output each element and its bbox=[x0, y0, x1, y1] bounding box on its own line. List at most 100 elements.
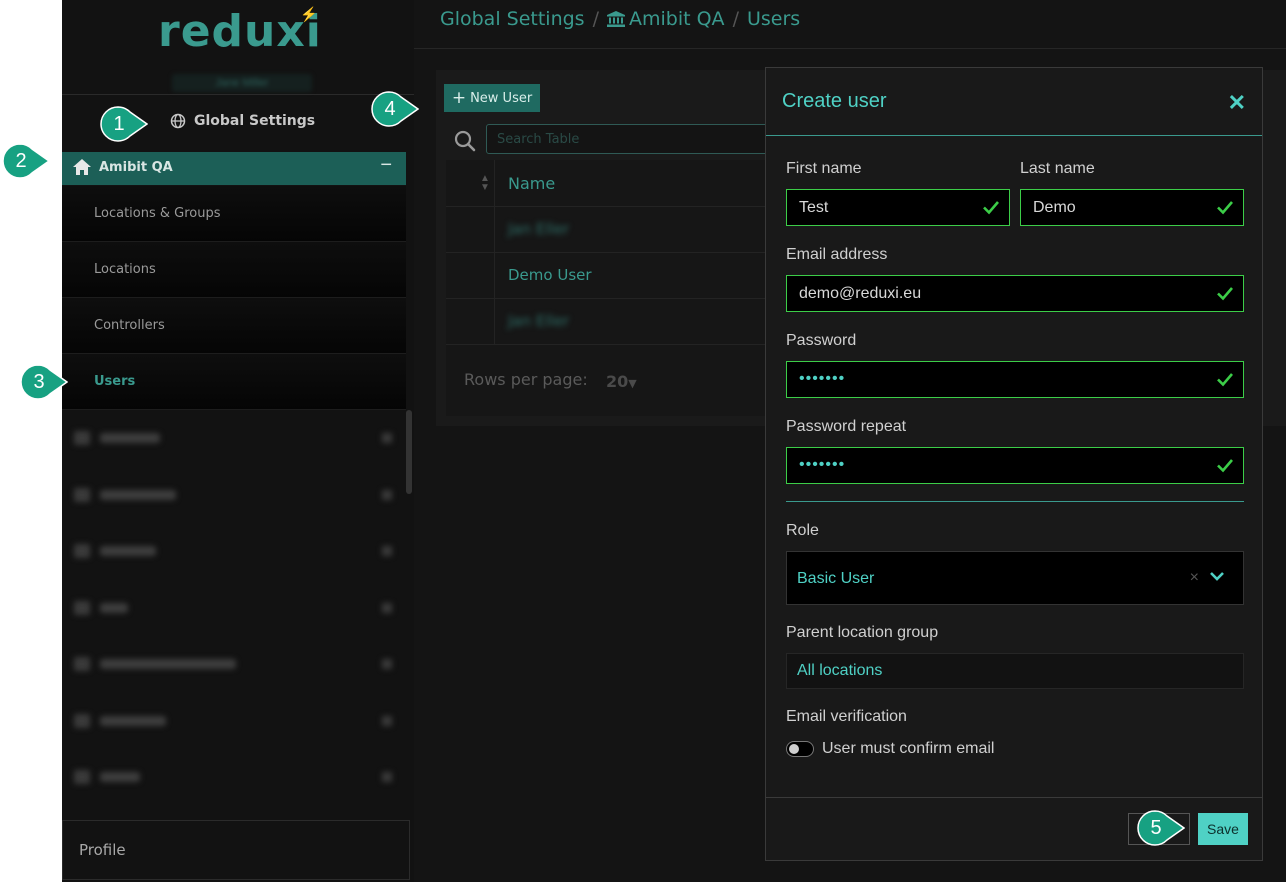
column-header-name[interactable]: Name bbox=[508, 174, 555, 193]
breadcrumb-org-label: Amibit QA bbox=[628, 8, 725, 30]
chevron-down-icon[interactable] bbox=[1209, 570, 1225, 582]
check-icon bbox=[983, 201, 999, 215]
email-label: Email address bbox=[786, 246, 888, 263]
bolt-icon: ⚡ bbox=[300, 6, 318, 22]
sidebar-item-locations-groups[interactable]: Locations & Groups bbox=[62, 186, 406, 242]
dialog-footer-divider bbox=[766, 797, 1262, 798]
table-header-row: ▲ ▼ Name bbox=[446, 160, 776, 207]
sidebar-org-blurred[interactable] bbox=[62, 581, 406, 637]
form-divider bbox=[786, 501, 1244, 502]
table-row[interactable]: Jan Eller bbox=[446, 206, 776, 253]
first-name-label: First name bbox=[786, 160, 862, 177]
callout-3: 3 bbox=[20, 364, 68, 400]
users-table: ▲ ▼ Name Jan Eller Demo User Jan Eller Ro… bbox=[446, 160, 776, 416]
last-name-label: Last name bbox=[1020, 160, 1095, 177]
new-user-label: New User bbox=[470, 90, 533, 106]
search-input[interactable] bbox=[486, 124, 776, 154]
breadcrumb-separator: / bbox=[732, 8, 739, 30]
parent-group-label: Parent location group bbox=[786, 624, 939, 641]
sidebar-org-blurred[interactable] bbox=[62, 524, 406, 580]
create-user-dialog: Create user ✕ First name Test Last name … bbox=[765, 67, 1263, 861]
check-icon bbox=[1217, 201, 1233, 215]
sort-icon[interactable]: ▲ ▼ bbox=[480, 174, 490, 193]
password-repeat-label: Password repeat bbox=[786, 418, 907, 435]
last-name-value: Demo bbox=[1033, 199, 1076, 216]
breadcrumb-global-settings[interactable]: Global Settings bbox=[440, 8, 585, 30]
table-row[interactable]: Jan Eller bbox=[446, 298, 776, 345]
check-icon bbox=[1217, 287, 1233, 301]
globe-icon bbox=[170, 113, 186, 129]
sidebar-item-locations[interactable]: Locations bbox=[62, 242, 406, 298]
password-field[interactable]: ••••••• bbox=[786, 361, 1244, 398]
home-icon bbox=[73, 159, 91, 175]
org-name: Amibit QA bbox=[99, 160, 173, 175]
user-name: Jan Eller bbox=[508, 220, 570, 238]
check-icon bbox=[1217, 373, 1233, 387]
callout-number: 4 bbox=[384, 98, 396, 120]
sidebar-org-blurred[interactable] bbox=[62, 750, 406, 806]
sidebar-org-amibit-qa[interactable]: Amibit QA − bbox=[62, 152, 406, 185]
callout-1: 1 bbox=[100, 106, 148, 142]
sidebar-org-blurred[interactable] bbox=[62, 468, 406, 524]
global-settings-label: Global Settings bbox=[194, 113, 316, 129]
new-user-button[interactable]: + New User bbox=[444, 84, 540, 112]
email-verification-label: Email verification bbox=[786, 708, 907, 725]
table-header-select: ▲ ▼ bbox=[446, 160, 495, 206]
sidebar-scrollbar[interactable] bbox=[406, 410, 412, 494]
sidebar-item-label: Locations bbox=[94, 262, 156, 277]
profile-link[interactable]: Profile bbox=[62, 820, 410, 880]
breadcrumb-users: Users bbox=[746, 8, 801, 30]
callout-2: 2 bbox=[2, 143, 50, 179]
user-name: Demo User bbox=[508, 266, 592, 284]
last-name-field[interactable]: Demo bbox=[1020, 189, 1244, 226]
password-repeat-field[interactable]: ••••••• bbox=[786, 447, 1244, 484]
role-value: Basic User bbox=[797, 570, 875, 587]
breadcrumb-separator: / bbox=[592, 8, 599, 30]
password-repeat-value: ••••••• bbox=[799, 456, 846, 473]
dialog-header-divider bbox=[766, 135, 1262, 136]
confirm-email-label: User must confirm email bbox=[822, 740, 995, 757]
rows-per-page-select[interactable]: 20▼ bbox=[606, 372, 637, 391]
confirm-email-toggle[interactable] bbox=[786, 741, 814, 757]
table-row[interactable]: Demo User bbox=[446, 252, 776, 299]
email-field[interactable]: demo@reduxi.eu bbox=[786, 275, 1244, 312]
email-value: demo@reduxi.eu bbox=[799, 285, 922, 302]
main-divider bbox=[414, 48, 1286, 49]
close-icon[interactable]: ✕ bbox=[1228, 90, 1246, 116]
callout-number: 1 bbox=[113, 113, 125, 135]
password-value: ••••••• bbox=[799, 370, 846, 387]
toggle-knob bbox=[789, 744, 799, 754]
reduxi-logo: reduxi bbox=[158, 6, 322, 57]
user-name: Jan Eller bbox=[508, 312, 570, 330]
global-settings-link[interactable]: Global Settings bbox=[170, 113, 315, 129]
breadcrumb-org[interactable]: Amibit QA bbox=[606, 8, 725, 30]
sidebar-item-controllers[interactable]: Controllers bbox=[62, 298, 406, 354]
profile-label: Profile bbox=[79, 841, 126, 859]
caret-down-icon: ▼ bbox=[628, 377, 637, 390]
first-name-field[interactable]: Test bbox=[786, 189, 1010, 226]
sidebar-org-blurred[interactable] bbox=[62, 637, 406, 693]
role-select[interactable]: Basic User × bbox=[786, 551, 1244, 605]
sidebar-item-label: Locations & Groups bbox=[94, 206, 221, 221]
sidebar-org-blurred[interactable] bbox=[62, 411, 406, 467]
sidebar-divider bbox=[62, 94, 414, 95]
callout-4: 4 bbox=[371, 91, 419, 127]
parent-group-select[interactable]: All locations bbox=[786, 653, 1244, 689]
rows-per-page-label: Rows per page: bbox=[464, 370, 588, 389]
rows-per-page-value: 20 bbox=[606, 372, 629, 391]
collapse-icon[interactable]: − bbox=[380, 154, 392, 177]
sidebar-org-blurred[interactable] bbox=[62, 694, 406, 750]
callout-number: 3 bbox=[33, 371, 45, 393]
check-icon bbox=[1217, 459, 1233, 473]
callout-5: 5 bbox=[1137, 810, 1185, 846]
sidebar-item-users[interactable]: Users bbox=[62, 354, 406, 410]
callout-number: 5 bbox=[1150, 817, 1162, 839]
role-label: Role bbox=[786, 522, 819, 539]
bank-icon bbox=[606, 11, 625, 27]
save-button[interactable]: Save bbox=[1198, 813, 1248, 845]
clear-icon[interactable]: × bbox=[1190, 569, 1199, 587]
sidebar-item-label: Controllers bbox=[94, 318, 165, 333]
breadcrumb: Global Settings / Amibit QA / Users bbox=[440, 8, 800, 30]
user-tag: Jane Miller bbox=[172, 74, 312, 92]
password-label: Password bbox=[786, 332, 857, 349]
